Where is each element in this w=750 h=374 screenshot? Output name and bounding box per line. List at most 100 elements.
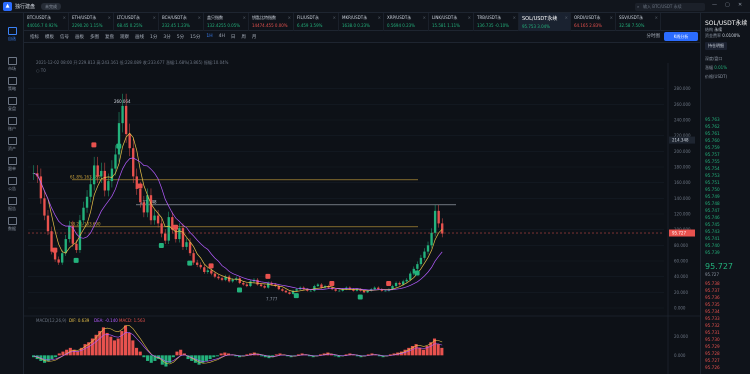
candle[interactable]	[430, 232, 433, 246]
ask-row[interactable]: 95.762	[705, 124, 720, 129]
candle[interactable]	[213, 273, 217, 277]
candle[interactable]	[316, 284, 320, 287]
toolbar-item[interactable]: 3分	[163, 34, 170, 40]
candle[interactable]	[384, 290, 387, 292]
candle[interactable]	[142, 202, 146, 213]
maximize-icon[interactable]: ▢	[725, 2, 730, 8]
sell-signal-icon[interactable]	[386, 280, 392, 286]
buy-signal-icon[interactable]	[187, 260, 193, 266]
candle[interactable]	[39, 176, 43, 199]
candle[interactable]	[220, 278, 224, 280]
toolbar-item[interactable]: 5分	[177, 34, 184, 40]
candle[interactable]	[100, 170, 103, 177]
close-tab-icon[interactable]: ×	[468, 15, 471, 20]
ticker-tab[interactable]: XRP/USDT永 0.5694 0.23% ×	[384, 13, 429, 31]
candle[interactable]	[419, 257, 423, 265]
close-tab-icon[interactable]: ×	[565, 15, 568, 20]
candle[interactable]	[114, 154, 117, 169]
candle[interactable]	[398, 282, 401, 285]
sidebar-item[interactable]: 公告	[0, 177, 24, 192]
toolbar-item[interactable]: 画板	[75, 34, 84, 40]
candle[interactable]	[181, 228, 185, 247]
ask-row[interactable]: 95.740	[705, 243, 720, 248]
close-tab-icon[interactable]: ×	[655, 15, 658, 20]
candle[interactable]	[362, 290, 366, 293]
candle[interactable]	[259, 284, 263, 287]
candle[interactable]	[245, 284, 249, 287]
candle[interactable]	[263, 286, 266, 288]
toolbar-item[interactable]: 1H	[206, 34, 212, 39]
candle[interactable]	[199, 264, 202, 268]
candle[interactable]	[295, 289, 298, 291]
candle[interactable]	[373, 287, 376, 290]
minimize-icon[interactable]: —	[712, 2, 717, 8]
ask-row[interactable]: 95.741	[705, 236, 720, 241]
sidebar-item[interactable]: 市场	[0, 57, 24, 72]
candle[interactable]	[256, 279, 259, 285]
candle[interactable]	[185, 242, 188, 247]
ticker-tab[interactable]: ORDI/USDT永 64.165 2.83% ×	[571, 13, 616, 31]
candle[interactable]	[46, 215, 50, 232]
kline-analysis-button[interactable]: K线分析	[664, 32, 698, 41]
sell-signal-icon[interactable]	[329, 280, 335, 286]
ask-row[interactable]: 95.743	[705, 229, 720, 234]
toolbar-item[interactable]: 日	[231, 34, 236, 40]
sidebar-item[interactable]: 数据	[0, 217, 24, 232]
sidebar-item[interactable]: 自选	[0, 27, 24, 42]
candle[interactable]	[89, 184, 92, 197]
sidebar-item[interactable]: 报告	[0, 197, 24, 212]
close-tab-icon[interactable]: ×	[198, 15, 201, 20]
candle[interactable]	[103, 170, 106, 191]
ticker-tab[interactable]: 盖只指数 132.4255 0.05% ×	[204, 13, 249, 31]
candle[interactable]	[128, 134, 131, 149]
candle[interactable]	[195, 262, 199, 265]
ask-row[interactable]: 95.748	[705, 201, 720, 206]
candle[interactable]	[284, 290, 288, 293]
buy-signal-icon[interactable]	[293, 293, 299, 299]
sell-signal-icon[interactable]	[208, 263, 214, 269]
tab-position-detail[interactable]: 持仓明细	[705, 42, 727, 50]
candle[interactable]	[377, 287, 380, 290]
ask-row[interactable]: 95.751	[705, 180, 720, 185]
candle[interactable]	[426, 245, 430, 252]
close-tab-icon[interactable]: ×	[378, 15, 381, 20]
close-tab-icon[interactable]: ×	[153, 15, 156, 20]
candle[interactable]	[416, 264, 419, 269]
sidebar-item[interactable]: 策略	[0, 77, 24, 92]
sell-signal-icon[interactable]	[91, 142, 97, 148]
candle[interactable]	[394, 282, 398, 287]
ticker-tab[interactable]: SOL/USDT永续 95.753 3.04% ×	[519, 13, 571, 31]
sell-signal-icon[interactable]	[52, 247, 58, 253]
ask-row[interactable]: 95.763	[705, 117, 720, 122]
ask-row[interactable]: 95.755	[705, 159, 720, 164]
ask-row[interactable]: 95.750	[705, 187, 720, 192]
close-tab-icon[interactable]: ×	[288, 15, 291, 20]
candle[interactable]	[110, 168, 114, 182]
bid-row[interactable]: 95.729	[705, 344, 720, 349]
indicator-toggle[interactable]: ○ T0	[36, 68, 46, 73]
sidebar-item[interactable]: 跟单	[0, 157, 24, 172]
toolbar-item[interactable]: 观察	[120, 34, 129, 40]
bid-row[interactable]: 95.727	[705, 358, 720, 363]
candle[interactable]	[82, 207, 85, 221]
close-tab-icon[interactable]: ×	[610, 15, 613, 20]
bid-row[interactable]: 95.734	[705, 309, 720, 314]
candle[interactable]	[61, 253, 64, 263]
candle[interactable]	[43, 198, 46, 216]
candle[interactable]	[117, 123, 121, 155]
candle[interactable]	[338, 290, 341, 292]
bid-row[interactable]: 95.733	[705, 316, 720, 321]
close-tab-icon[interactable]: ×	[333, 15, 336, 20]
toolbar-item[interactable]: 15分	[190, 34, 200, 40]
buy-signal-icon[interactable]	[158, 243, 164, 249]
candle[interactable]	[433, 210, 437, 233]
bid-row[interactable]: 95.737	[705, 288, 720, 293]
ticker-tab[interactable]: FIL/USDT永 6.459 3.59% ×	[294, 13, 339, 31]
ask-row[interactable]: 95.753	[705, 173, 720, 178]
toolbar-item[interactable]: 复盘	[105, 34, 114, 40]
depth-section-title[interactable]: 深度/盘口	[701, 56, 750, 62]
buy-signal-icon[interactable]	[237, 287, 242, 293]
ask-row[interactable]: 95.754	[705, 166, 720, 171]
ticker-tab[interactable]: LTC/USDT永 68.45 0.25% ×	[114, 13, 159, 31]
sell-signal-icon[interactable]	[137, 183, 143, 189]
